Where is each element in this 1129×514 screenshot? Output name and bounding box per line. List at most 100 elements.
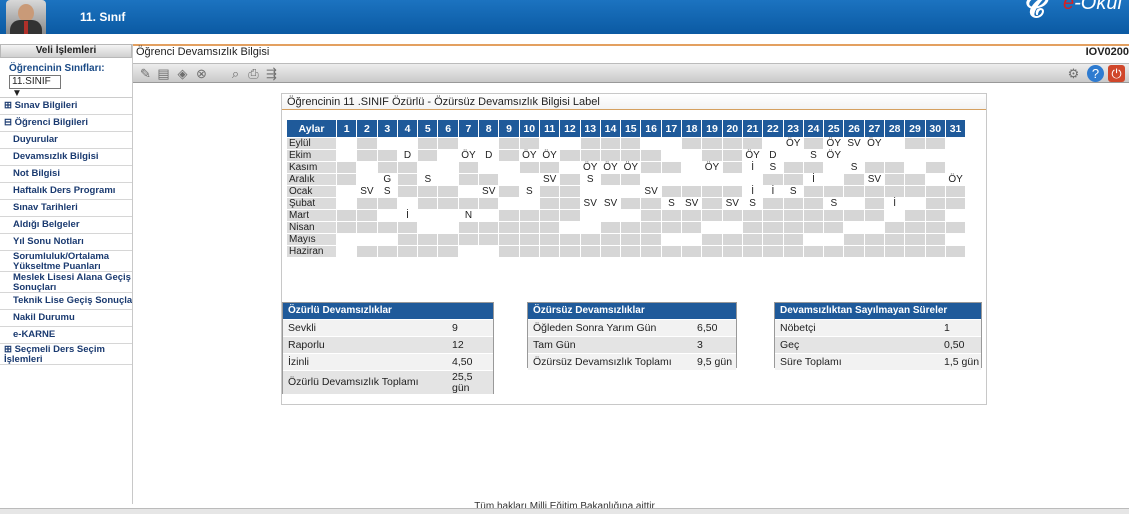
day-cell xyxy=(457,245,480,258)
day-cell xyxy=(559,137,581,150)
month-row: Haziran xyxy=(286,245,967,258)
export-icon[interactable]: ⇶ xyxy=(263,65,280,82)
day-cell xyxy=(437,185,459,198)
tools-icon[interactable]: ⚙ xyxy=(1065,65,1082,82)
month-row: Eylül ÖY ÖY SV ÖY xyxy=(286,137,967,150)
ozursuz-row-value: 6,50 xyxy=(697,322,718,334)
ozursuz-rows: Öğleden Sonra Yarım Gün 6,50 Tam Gün 3 Özürs… xyxy=(528,319,736,370)
class-select[interactable]: 11.SINIF ▼ xyxy=(9,75,61,99)
day-cell xyxy=(538,161,561,174)
month-row: Şubat SV SV S SV SV S S İ xyxy=(286,197,967,210)
help-icon[interactable]: ? xyxy=(1087,65,1104,82)
pencil-icon[interactable]: ✎ xyxy=(137,65,154,82)
sidebar-item[interactable]: e-KARNE xyxy=(0,327,132,344)
day-cell xyxy=(944,221,967,234)
sidebar-item[interactable]: ⊞ Seçmeli Ders Seçim İşlemleri xyxy=(0,344,132,365)
day-cell xyxy=(802,221,825,234)
day-cell xyxy=(356,245,378,258)
day-cell xyxy=(884,221,906,234)
sidebar-item[interactable]: Aldığı Belgeler xyxy=(0,217,132,234)
day-cell xyxy=(823,221,845,234)
cancel-icon[interactable]: ⊗ xyxy=(193,65,210,82)
day-cell xyxy=(823,233,845,246)
sidebar-item[interactable]: Meslek Lisesi Alana Geçiş Sonuçları xyxy=(0,272,132,293)
day-cell xyxy=(417,221,439,234)
day-cell xyxy=(457,137,480,150)
month-name: Mayıs xyxy=(286,233,337,246)
sidebar-item[interactable]: Not Bilgisi xyxy=(0,166,132,183)
ozurlu-box: Özürlü Devamsızlıklar Sevkli 9 Raporlu 12 İz… xyxy=(282,302,494,394)
search-icon[interactable]: ⌕ xyxy=(227,65,244,82)
day-cell xyxy=(417,197,439,210)
day-cell: SV xyxy=(579,197,601,210)
sidebar-item[interactable]: Sınav Tarihleri xyxy=(0,200,132,217)
day-cell xyxy=(701,233,723,246)
sidebar-item[interactable]: Devamsızlık Bilgisi xyxy=(0,149,132,166)
month-name: Ekim xyxy=(286,149,337,162)
day-cell xyxy=(904,245,926,258)
day-cell xyxy=(498,137,520,150)
day-cell xyxy=(376,137,398,150)
day-cell xyxy=(660,245,683,258)
horizontal-scrollbar[interactable] xyxy=(0,508,1129,514)
sidebar-menu: ⊞ Sınav Bilgileri ⊟ Öğrenci Bilgileri Duyu… xyxy=(0,97,132,365)
month-name: Nisan xyxy=(286,221,337,234)
day-cell xyxy=(741,173,764,186)
day-cell xyxy=(559,161,581,174)
day-cell xyxy=(944,137,967,150)
day-cell: S xyxy=(762,161,784,174)
document-icon[interactable]: ▤ xyxy=(155,65,172,82)
sidebar-item[interactable]: ⊞ Sınav Bilgileri xyxy=(0,98,132,115)
day-column-header: 11 xyxy=(538,119,561,138)
logo-swirl-icon: 𝓒 xyxy=(1025,0,1045,23)
sidebar-item[interactable]: Duyurular xyxy=(0,132,132,149)
day-cell xyxy=(843,149,865,162)
sidebar-item[interactable]: Sorumluluk/Ortalama Yükseltme Puanları xyxy=(0,251,132,272)
day-cell xyxy=(884,173,906,186)
day-cell xyxy=(335,137,358,150)
day-cell xyxy=(721,185,743,198)
day-cell: ÖY xyxy=(823,137,845,150)
day-cell: SV xyxy=(538,173,561,186)
print-icon[interactable]: ⎙ xyxy=(245,65,262,82)
day-cell xyxy=(538,233,561,246)
day-column-header: 17 xyxy=(660,119,683,138)
exit-icon[interactable]: ⏻ xyxy=(1108,65,1125,82)
sidebar-item[interactable]: Nakil Durumu xyxy=(0,310,132,327)
ozurlu-rows: Sevkli 9 Raporlu 12 İzinli 4,50 Özürlü Devamsı… xyxy=(283,319,493,394)
day-cell: SV xyxy=(640,185,662,198)
day-cell xyxy=(721,245,743,258)
day-cell xyxy=(904,161,926,174)
day-column-header: 4 xyxy=(396,119,419,138)
day-cell xyxy=(863,197,886,210)
ozurlu-row-label: Özürlü Devamsızlık Toplamı xyxy=(288,376,419,388)
day-cell xyxy=(599,149,622,162)
day-cell xyxy=(620,173,642,186)
day-cell xyxy=(538,245,561,258)
day-cell xyxy=(457,173,480,186)
sidebar-item[interactable]: Teknik Lise Geçiş Sonuçları xyxy=(0,293,132,310)
day-cell xyxy=(478,197,500,210)
day-cell xyxy=(498,185,520,198)
ozurlu-row-label: İzinli xyxy=(288,356,310,368)
sidebar-item[interactable]: ⊟ Öğrenci Bilgileri xyxy=(0,115,132,132)
day-cell xyxy=(741,209,764,222)
day-cell: S xyxy=(843,161,865,174)
day-cell xyxy=(457,197,480,210)
sidebar: Veli İşlemleri Öğrencinin Sınıfları: 11.… xyxy=(0,44,133,504)
day-cell xyxy=(498,221,520,234)
ozursuz-box: Özürsüz Devamsızlıklar Öğleden Sonra Yar… xyxy=(527,302,737,370)
sidebar-item[interactable]: Yıl Sonu Notları xyxy=(0,234,132,251)
day-cell xyxy=(457,161,480,174)
day-cell xyxy=(599,185,622,198)
day-cell xyxy=(944,149,967,162)
day-cell: İ xyxy=(802,173,825,186)
day-cell xyxy=(356,173,378,186)
sayilmayan-box: Devamsızlıktan Sayılmayan Süreler Nöbetç… xyxy=(774,302,982,370)
day-cell: ÖY xyxy=(518,149,540,162)
day-cell xyxy=(478,173,500,186)
day-cell xyxy=(498,209,520,222)
sidebar-item[interactable]: Haftalık Ders Programı xyxy=(0,183,132,200)
day-cell xyxy=(843,209,865,222)
tag-icon[interactable]: ◈ xyxy=(174,65,191,82)
